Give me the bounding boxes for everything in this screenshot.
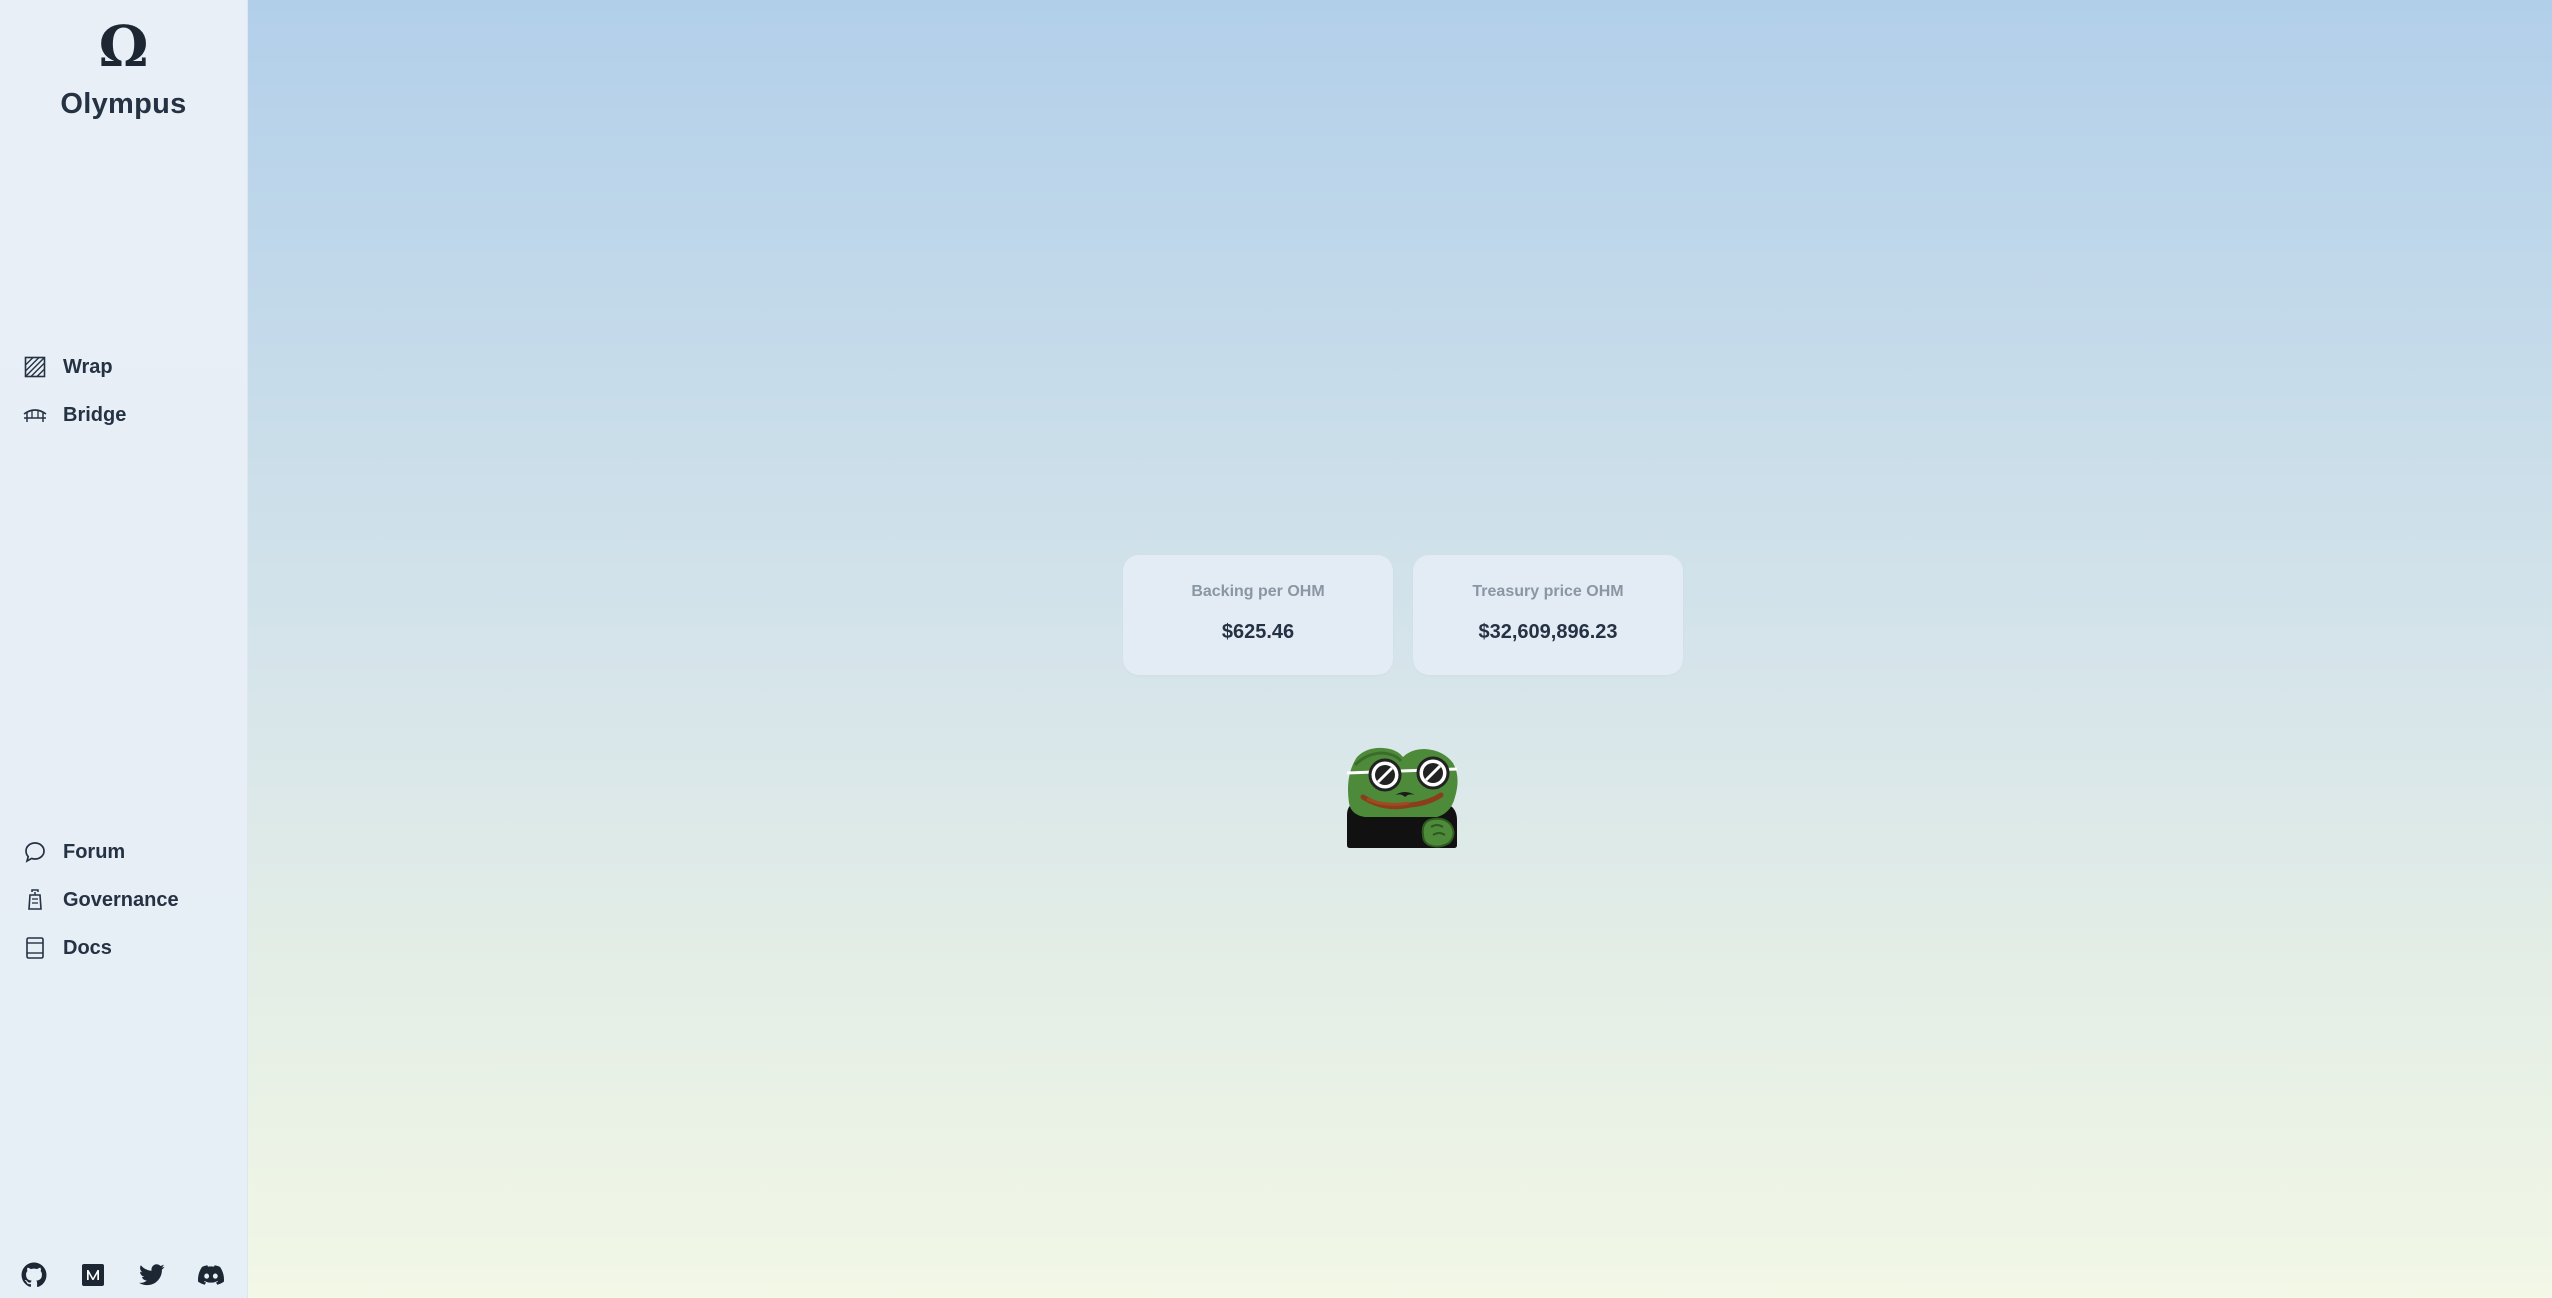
sidebar-item-label: Docs [63,936,112,959]
docs-icon [22,935,48,961]
github-icon[interactable] [21,1262,47,1288]
stat-card-treasury: Treasury price OHM $32,609,896.23 [1413,555,1683,675]
medium-icon[interactable] [80,1262,106,1288]
sidebar-item-wrap[interactable]: Wrap [22,350,113,384]
twitter-icon[interactable] [139,1262,165,1288]
discord-icon[interactable] [198,1262,224,1288]
governance-icon [22,887,48,913]
sidebar-item-governance[interactable]: Governance [22,883,179,917]
sidebar-item-forum[interactable]: Forum [22,835,125,869]
pepe-sunglasses-image [1345,745,1460,848]
app-window: Ω Olympus Wrap Bridge Forum Governance D… [0,0,2552,1298]
wrap-icon [22,354,48,380]
sidebar-item-label: Bridge [63,403,127,426]
chat-bubble-icon [22,839,48,865]
stat-value: $625.46 [1221,621,1295,643]
brand-logo[interactable]: Ω Olympus [0,14,247,121]
stat-label: Treasury price OHM [1472,583,1624,600]
omega-icon: Ω [98,14,149,80]
sidebar-item-docs[interactable]: Docs [22,931,112,965]
sidebar-item-label: Forum [63,840,126,863]
bridge-icon [22,402,48,428]
sidebar-item-label: Governance [63,888,179,911]
stat-value: $32,609,896.23 [1478,621,1618,643]
stat-card-backing: Backing per OHM $625.46 [1123,555,1393,675]
sidebar: Ω Olympus Wrap Bridge Forum Governance D… [0,0,248,1298]
brand-name: Olympus [60,88,187,120]
sidebar-item-label: Wrap [63,355,113,378]
stat-label: Backing per OHM [1191,583,1325,600]
sidebar-item-bridge[interactable]: Bridge [22,398,126,432]
